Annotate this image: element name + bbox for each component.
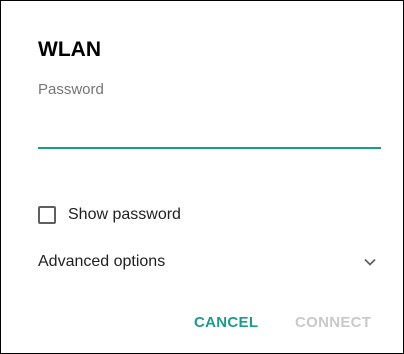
password-label: Password xyxy=(38,81,104,98)
advanced-options-label: Advanced options xyxy=(38,253,166,270)
chevron-down-icon[interactable] xyxy=(362,254,378,270)
show-password-label: Show password xyxy=(68,206,181,223)
show-password-checkbox[interactable]: Show password xyxy=(38,203,181,227)
wifi-password-dialog: WLAN Password Show password Advanced opt… xyxy=(0,0,404,354)
dialog-actions: CANCEL CONNECT xyxy=(181,313,381,335)
password-input[interactable] xyxy=(38,113,381,149)
dialog-title: WLAN xyxy=(38,38,101,61)
checkbox-unchecked-icon[interactable] xyxy=(38,206,56,224)
connect-button[interactable]: CONNECT xyxy=(295,313,371,333)
cancel-button[interactable]: CANCEL xyxy=(194,313,258,333)
advanced-options-toggle[interactable]: Advanced options xyxy=(38,250,381,274)
